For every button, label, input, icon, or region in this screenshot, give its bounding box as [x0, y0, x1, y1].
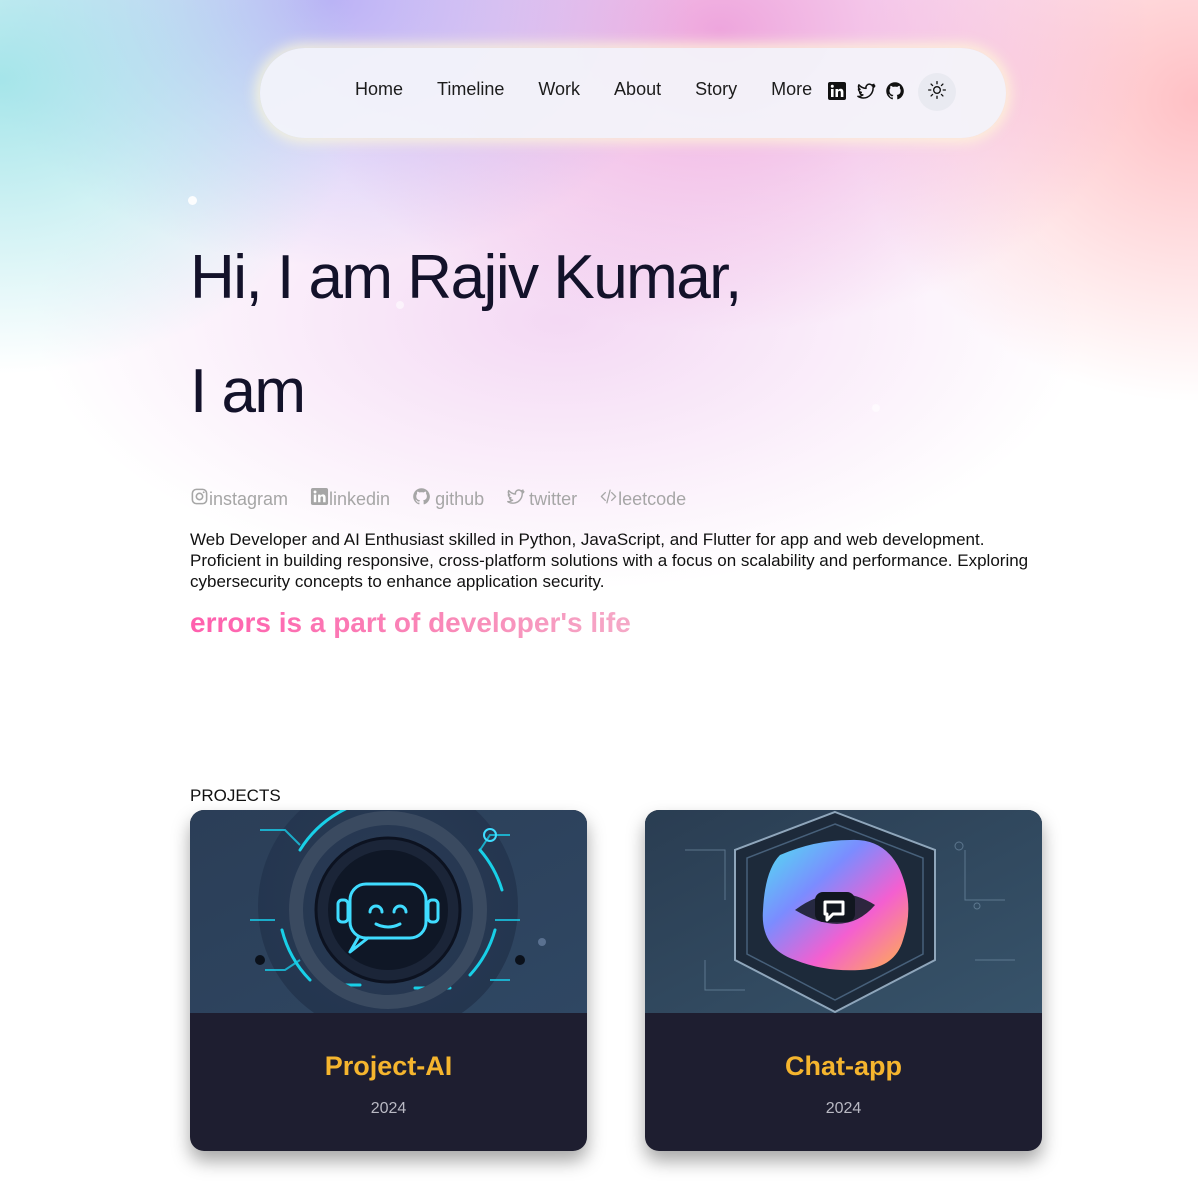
nav-story[interactable]: Story [695, 78, 737, 100]
social-links: instagram linkedin github twitter leetco… [190, 487, 708, 511]
social-label: linkedin [329, 488, 391, 509]
chat-app-logo-illustration [645, 810, 1042, 1014]
project-title: Project-AI [324, 1051, 453, 1081]
github-icon [412, 487, 431, 511]
hero-greeting: Hi, I am Rajiv Kumar, [190, 243, 742, 312]
nav-home[interactable]: Home [355, 78, 403, 100]
project-year: 2024 [825, 1100, 862, 1117]
twitter-icon[interactable] [856, 81, 876, 101]
navbar: Home Timeline Work About Story More [260, 48, 1006, 138]
social-link-leetcode[interactable]: leetcode [599, 487, 686, 511]
tagline-quote: errors is a part of developer's life [190, 607, 631, 638]
nav-timeline[interactable]: Timeline [437, 78, 504, 100]
instagram-icon [190, 487, 209, 511]
code-icon [599, 487, 618, 511]
decorative-dot [872, 404, 880, 412]
social-label: instagram [209, 488, 289, 509]
social-link-twitter[interactable]: twitter [506, 487, 577, 511]
social-link-instagram[interactable]: instagram [190, 487, 288, 511]
theme-toggle-button[interactable] [918, 73, 956, 111]
social-label: leetcode [618, 488, 687, 509]
nav-links: Home Timeline Work About Story More [355, 78, 846, 100]
nav-about[interactable]: About [614, 78, 661, 100]
project-title: Chat-app [785, 1051, 902, 1081]
nav-work[interactable]: Work [538, 78, 580, 100]
hero-subtitle: I am [190, 357, 306, 426]
project-card[interactable]: Project-AI 2024 [190, 810, 587, 1151]
twitter-icon [506, 487, 525, 511]
robot-ai-illustration [190, 810, 587, 1036]
decorative-dot [188, 196, 197, 205]
nav-more[interactable]: More [771, 78, 812, 100]
bio-text: Web Developer and AI Enthusiast skilled … [190, 530, 1029, 591]
linkedin-icon[interactable] [827, 81, 847, 101]
projects-section-label: PROJECTS [190, 786, 281, 805]
project-year: 2024 [370, 1100, 407, 1117]
social-link-linkedin[interactable]: linkedin [310, 487, 390, 511]
linkedin-icon [310, 487, 329, 511]
social-label: twitter [529, 488, 578, 509]
github-icon[interactable] [885, 81, 905, 101]
social-label: github [435, 488, 485, 509]
sun-icon [927, 80, 947, 105]
nav-icons [827, 81, 914, 101]
project-card[interactable]: Chat-app 2024 [645, 810, 1042, 1151]
social-link-github[interactable]: github [412, 487, 484, 511]
